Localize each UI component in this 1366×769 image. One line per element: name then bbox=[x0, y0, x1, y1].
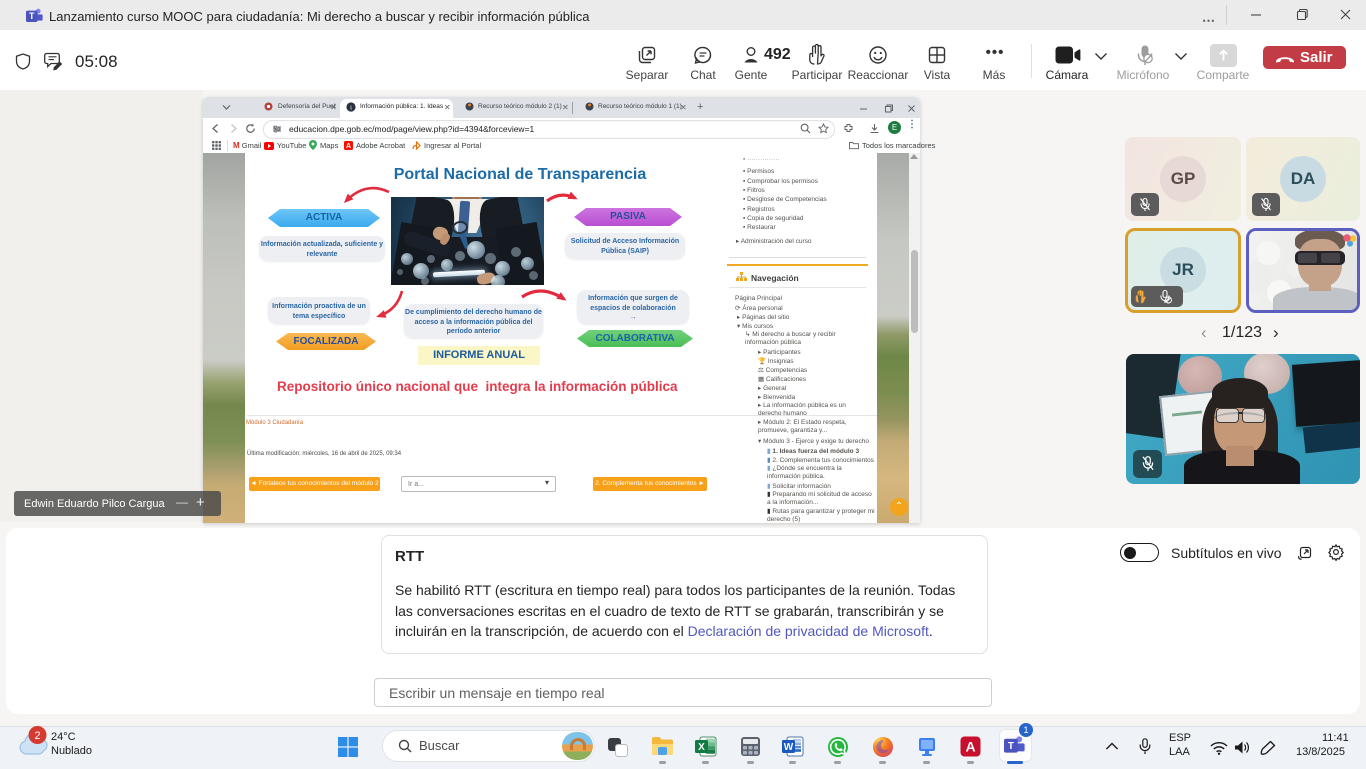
svg-text:T: T bbox=[1008, 741, 1014, 752]
svg-text:2: 2 bbox=[34, 730, 40, 742]
svg-text:X: X bbox=[698, 742, 705, 753]
svg-text:A: A bbox=[346, 143, 351, 150]
svg-text:i: i bbox=[350, 105, 352, 112]
svg-text:A: A bbox=[965, 739, 975, 755]
svg-text:W: W bbox=[784, 742, 794, 753]
svg-text:T: T bbox=[29, 11, 35, 21]
